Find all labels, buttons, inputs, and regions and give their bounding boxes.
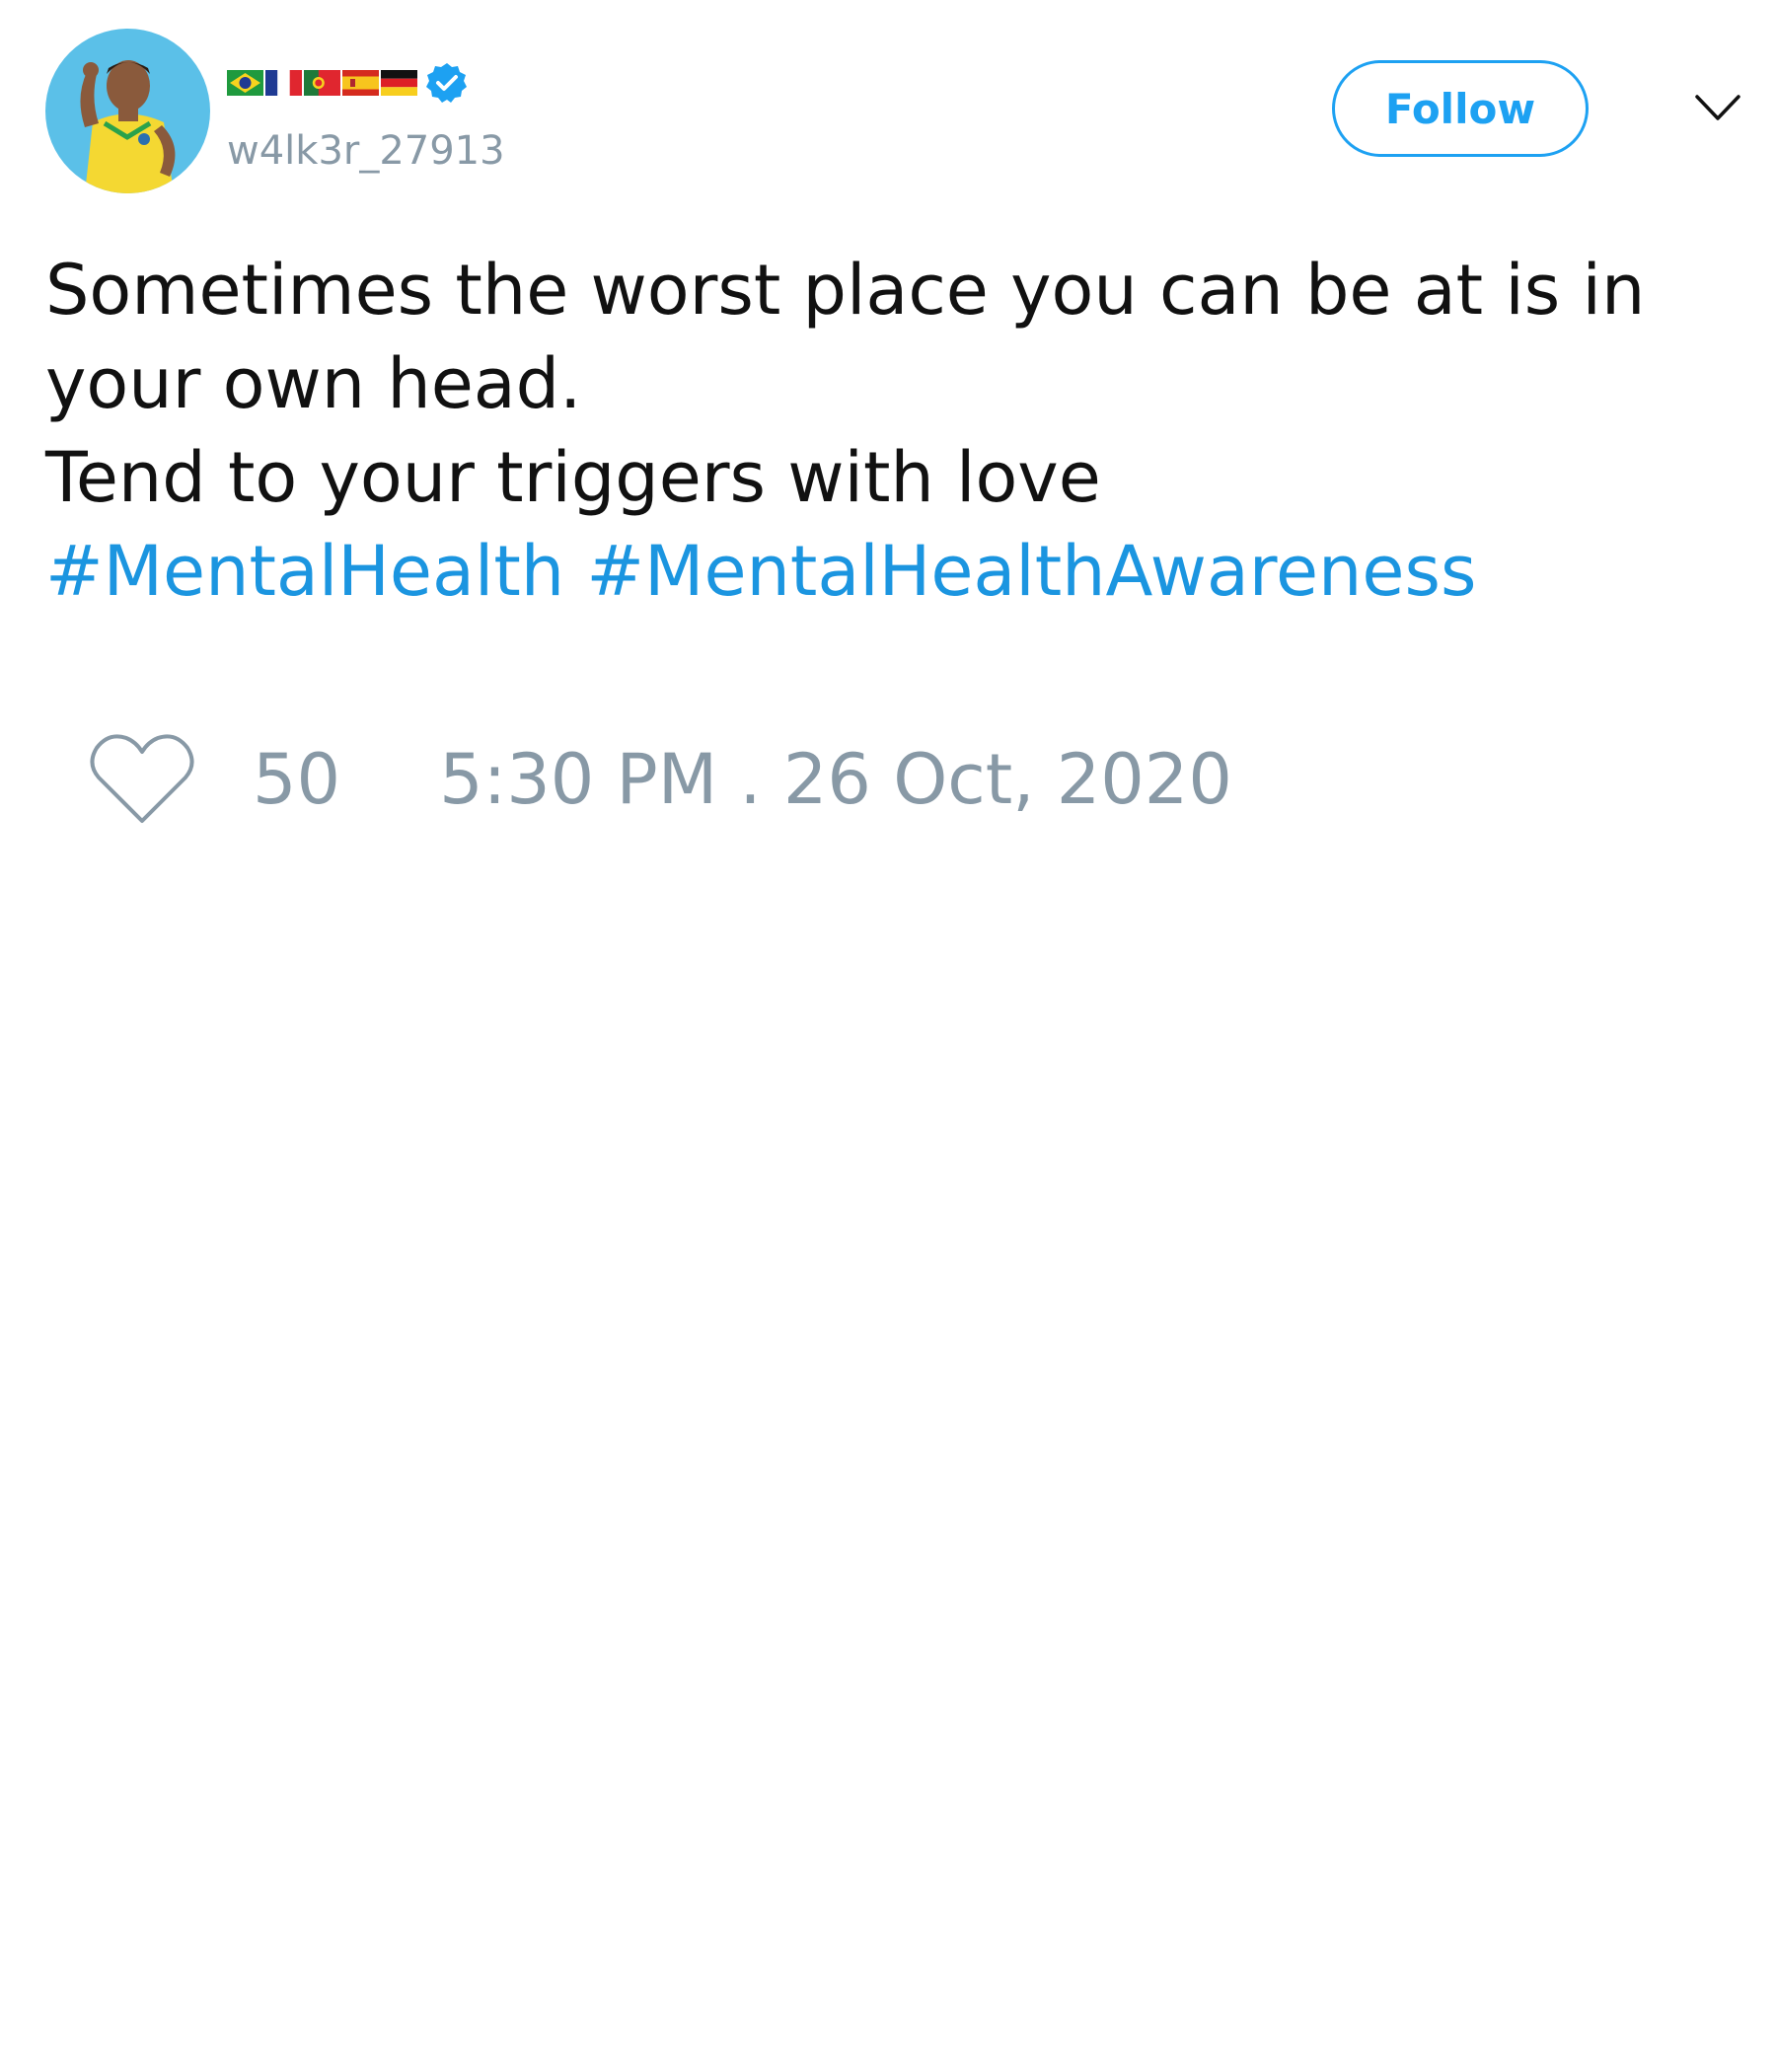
like-count: 50 bbox=[253, 739, 341, 820]
heart-icon[interactable] bbox=[89, 732, 195, 827]
hashtag-mental-health[interactable]: #MentalHealth bbox=[45, 531, 564, 612]
germany-flag-icon bbox=[381, 70, 417, 96]
tweet-footer: 50 5:30 PM . 26 Oct, 2020 bbox=[89, 730, 1232, 829]
portugal-flag-icon bbox=[304, 70, 340, 96]
tweet-timestamp[interactable]: 5:30 PM . 26 Oct, 2020 bbox=[439, 739, 1232, 820]
hashtag-mental-health-awareness[interactable]: #MentalHealthAwareness bbox=[586, 531, 1476, 612]
tweet-card: w4lk3r_27913 Follow Sometimes the worst … bbox=[0, 0, 1776, 2072]
tweet-text: Sometimes the worst place you can be at … bbox=[45, 244, 1723, 619]
chevron-down-icon[interactable] bbox=[1693, 91, 1742, 126]
tweet-text-line: Tend to your triggers with love bbox=[45, 437, 1101, 518]
hashtag-line: #MentalHealth #MentalHealthAwareness bbox=[45, 525, 1723, 619]
user-handle[interactable]: w4lk3r_27913 bbox=[227, 126, 505, 176]
spain-flag-icon bbox=[342, 70, 379, 96]
brazil-flag-icon bbox=[227, 70, 263, 96]
tweet-text-line: Sometimes the worst place you can be at … bbox=[45, 250, 1646, 331]
avatar-image bbox=[45, 29, 210, 193]
display-name-flags bbox=[227, 70, 417, 96]
follow-button[interactable]: Follow bbox=[1332, 60, 1589, 157]
tweet-text-line: your own head. bbox=[45, 343, 582, 424]
display-name[interactable] bbox=[227, 63, 469, 103]
avatar[interactable] bbox=[45, 29, 210, 193]
verified-badge-icon bbox=[426, 63, 467, 103]
france-flag-icon bbox=[265, 70, 302, 96]
